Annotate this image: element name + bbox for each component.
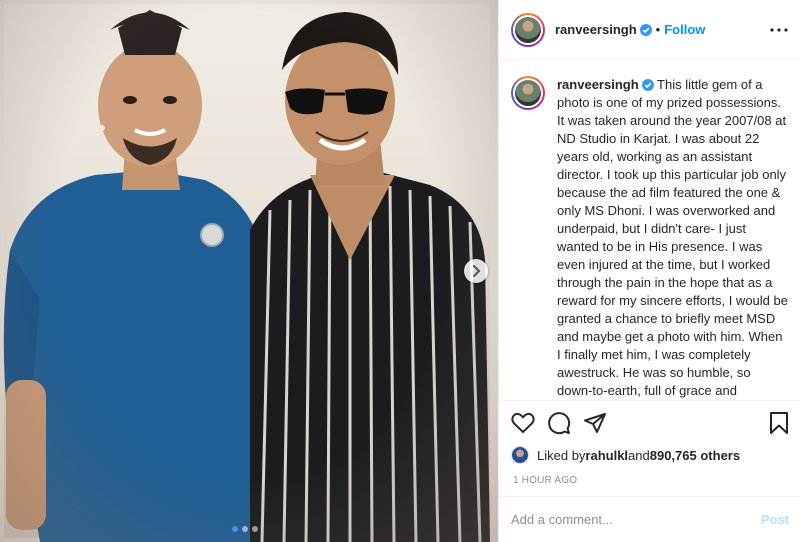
post-header: ranveersingh • Follow [499, 0, 800, 60]
verified-badge-icon [641, 79, 654, 91]
author-avatar[interactable] [511, 12, 545, 47]
heart-icon [511, 412, 535, 433]
like-button[interactable] [511, 412, 535, 434]
share-icon [584, 412, 606, 433]
post-photo[interactable] [0, 0, 498, 542]
more-options-icon[interactable] [770, 27, 788, 32]
comment-button[interactable] [547, 411, 571, 435]
likes-prefix: Liked by [537, 447, 586, 463]
bookmark-icon [770, 411, 788, 434]
likes-summary: Liked by rahulkl and 890,765 others [511, 444, 740, 466]
likes-count[interactable]: 890,765 others [650, 448, 740, 463]
avatar-image [513, 14, 543, 45]
liker-avatar[interactable] [511, 446, 529, 464]
liker-username[interactable]: rahulkl [585, 448, 628, 463]
follow-button[interactable]: Follow [664, 22, 705, 37]
comment-input[interactable] [511, 512, 761, 527]
separator-dot: • [655, 22, 661, 37]
carousel-next-button[interactable] [464, 259, 488, 283]
caption-text-block: ranveersingh This little gem of a photo … [557, 76, 788, 400]
comments-section[interactable]: ranveersingh This little gem of a photo … [499, 60, 800, 400]
share-button[interactable] [583, 412, 607, 434]
avatar-image [513, 78, 543, 108]
caption-avatar[interactable] [511, 76, 545, 110]
action-bar [499, 400, 800, 444]
post-timestamp[interactable]: 1 HOUR AGO [513, 475, 577, 486]
carousel-dot [242, 526, 248, 532]
chevron-right-icon [473, 265, 481, 277]
photo-vignette [0, 0, 498, 542]
save-button[interactable] [769, 411, 789, 435]
caption-text: This little gem of a photo is one of my … [557, 77, 788, 398]
caption-row: ranveersingh This little gem of a photo … [511, 76, 788, 400]
post-details-panel: ranveersingh • Follow ranveersingh This … [498, 0, 800, 542]
likes-middle: and [628, 447, 650, 463]
comment-icon [548, 411, 571, 434]
verified-badge-icon [639, 23, 652, 36]
carousel-indicator [232, 526, 258, 532]
author-username[interactable]: ranveersingh [555, 22, 637, 37]
carousel-dot [252, 526, 258, 532]
add-comment-bar: Post [499, 496, 800, 542]
caption-username[interactable]: ranveersingh [557, 77, 639, 92]
carousel-dot [232, 526, 238, 532]
post-comment-button[interactable]: Post [761, 512, 789, 527]
